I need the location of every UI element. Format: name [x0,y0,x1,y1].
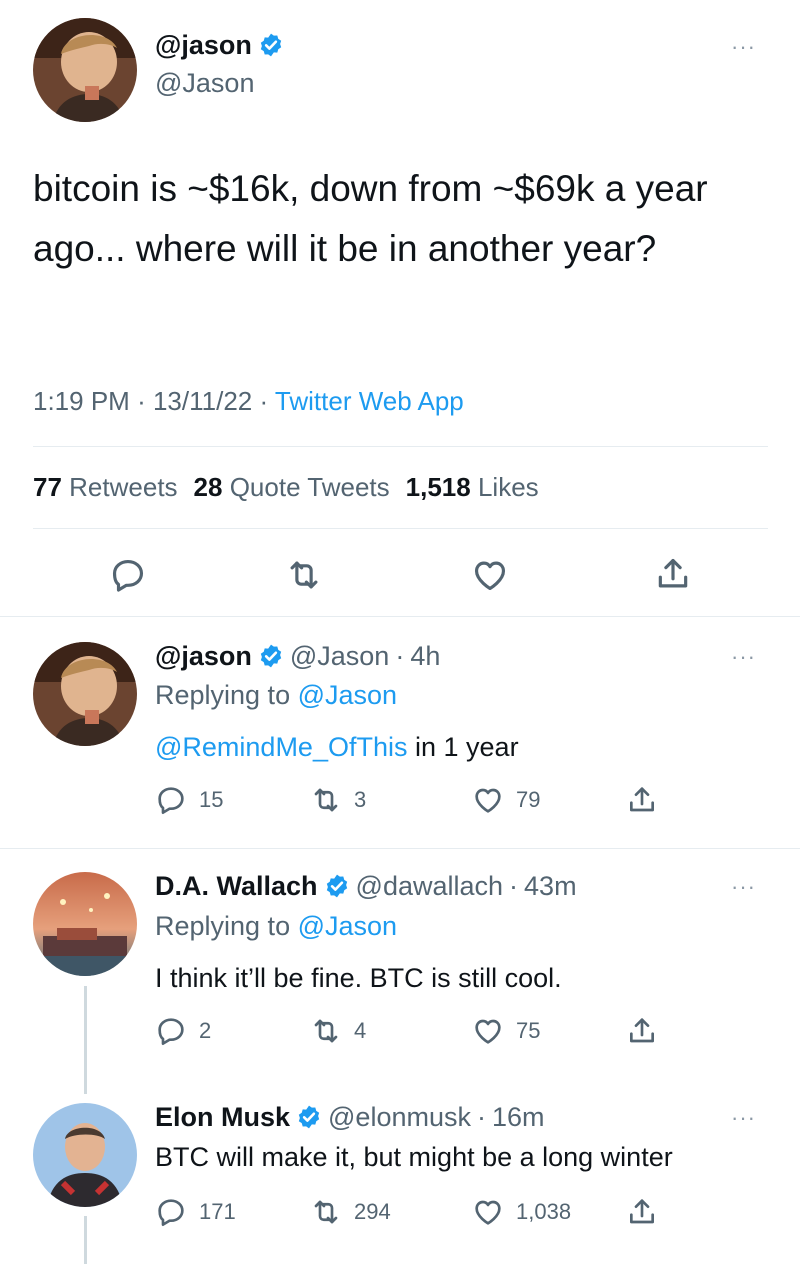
more-icon[interactable]: ··· [731,646,756,668]
author-display-name[interactable]: D.A. Wallach [155,871,318,902]
tweet-text: bitcoin is ~$16k, down from ~$69k a year… [33,168,708,269]
quotes-label: Quote Tweets [229,472,390,502]
reply-count: 171 [199,1199,236,1224]
like-action[interactable]: 79 [472,784,540,816]
retweet-icon [310,1015,342,1047]
like-count: 1,038 [516,1199,572,1224]
reply-header: @jason @Jason · 4h [155,638,440,674]
retweets-stat[interactable]: 77 Retweets [33,472,178,503]
author-handle[interactable]: @Jason [290,641,389,672]
reply-age[interactable]: 43m [524,871,577,902]
quote-tweets-stat[interactable]: 28 Quote Tweets [194,472,390,503]
reply-header: D.A. Wallach @dawallach · 43m [155,868,577,904]
reply-count: 15 [199,787,224,812]
tweet-meta: 1:19 PM · 13/11/22 · Twitter Web App [33,386,464,417]
avatar[interactable] [33,18,137,122]
meta-separator: · [509,870,519,901]
reply-body: in 1 year [415,732,519,762]
like-icon[interactable] [471,556,509,594]
replying-to: Replying to @Jason [155,911,397,942]
reply-text: I think it’ll be fine. BTC is still cool… [155,963,562,993]
divider [0,616,800,617]
likes-label: Likes [477,472,539,502]
like-icon [472,1015,504,1047]
verified-badge-icon [258,643,284,669]
divider [33,528,768,529]
likes-count: 1,518 [405,472,471,502]
retweet-icon [310,784,342,816]
verified-badge-icon [258,32,284,58]
reply-icon[interactable] [109,556,147,594]
replying-to-handle[interactable]: @Jason [298,911,397,941]
retweet-icon [310,1196,342,1228]
tweet-source[interactable]: Twitter Web App [275,386,464,416]
avatar[interactable] [33,872,137,976]
reply-text: @RemindMe_OfThis in 1 year [155,732,519,763]
author-display-name[interactable]: Elon Musk [155,1102,290,1133]
retweet-action[interactable]: 294 [310,1196,391,1228]
author-handle[interactable]: @Jason [155,68,254,99]
reply-age[interactable]: 16m [492,1102,545,1133]
reply-count: 2 [199,1018,212,1043]
reply-icon [155,1196,187,1228]
retweet-count: 4 [354,1018,367,1043]
divider [33,446,768,447]
share-icon[interactable] [626,1196,658,1228]
avatar[interactable] [33,1103,137,1207]
share-icon[interactable] [654,555,692,593]
verified-badge-icon [296,1104,322,1130]
divider [0,848,800,849]
retweets-label: Retweets [69,472,178,502]
like-action[interactable]: 75 [472,1015,540,1047]
like-icon [472,784,504,816]
reply-action[interactable]: 2 [155,1015,211,1047]
tweet-date[interactable]: 13/11/22 [153,386,252,416]
author-display-name[interactable]: @jason [155,641,252,672]
retweet-action[interactable]: 3 [310,784,366,816]
meta-separator: · [259,386,269,416]
author-handle[interactable]: @dawallach [356,871,504,902]
reply-text: BTC will make it, but might be a long wi… [155,1142,673,1172]
reply-icon [155,1015,187,1047]
verified-badge-icon [324,873,350,899]
quotes-count: 28 [193,472,223,502]
more-icon[interactable]: ··· [731,1107,756,1129]
reply-action[interactable]: 171 [155,1196,236,1228]
main-author-name-row: @jason [155,27,284,63]
thread-line [84,986,87,1094]
retweet-action[interactable]: 4 [310,1015,366,1047]
share-icon[interactable] [626,1015,658,1047]
more-icon[interactable]: ··· [731,876,756,898]
reply-action[interactable]: 15 [155,784,223,816]
like-action[interactable]: 1,038 [472,1196,571,1228]
author-handle[interactable]: @elonmusk [328,1102,471,1133]
meta-separator: · [137,386,146,416]
tweet-stats: 77 Retweets 28 Quote Tweets 1,518 Likes [33,472,539,503]
reply-header: Elon Musk @elonmusk · 16m [155,1099,545,1135]
retweets-count: 77 [33,472,62,502]
more-icon[interactable]: ··· [731,36,756,58]
retweet-count: 294 [354,1199,391,1224]
replying-to: Replying to @Jason [155,680,397,711]
like-count: 79 [516,787,541,812]
avatar[interactable] [33,642,137,746]
reply-age[interactable]: 4h [410,641,440,672]
like-count: 75 [516,1018,541,1043]
tweet-time[interactable]: 1:19 PM [33,386,130,416]
retweet-icon[interactable] [285,556,323,594]
thread-line [84,1216,87,1264]
likes-stat[interactable]: 1,518 Likes [406,472,539,503]
meta-separator: · [395,640,405,671]
share-icon[interactable] [626,784,658,816]
retweet-count: 3 [354,787,367,812]
replying-label: Replying to [155,911,291,941]
reply-icon [155,784,187,816]
author-display-name[interactable]: @jason [155,30,252,61]
replying-to-handle[interactable]: @Jason [298,680,397,710]
replying-label: Replying to [155,680,291,710]
like-icon [472,1196,504,1228]
mention-link[interactable]: @RemindMe_OfThis [155,732,407,762]
meta-separator: · [476,1101,486,1132]
